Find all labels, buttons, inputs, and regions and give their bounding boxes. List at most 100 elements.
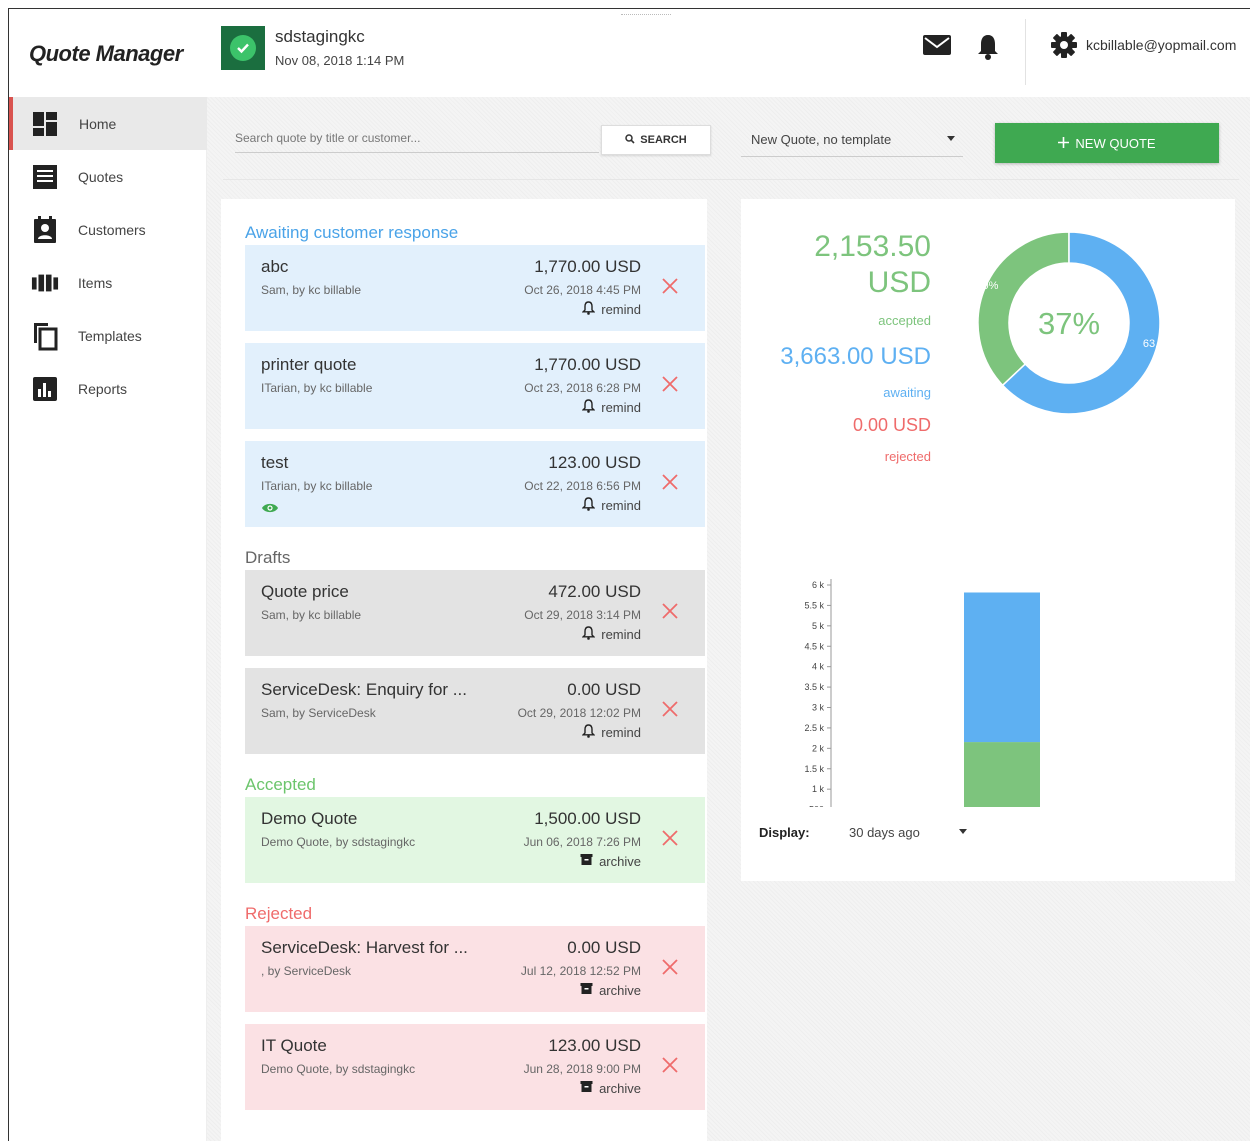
- quote-date: Oct 26, 2018 4:45 PM: [524, 283, 641, 297]
- bar-chart: 05001 k1.5 k2 k2.5 k3 k3.5 k4 k4.5 k5 k5…: [804, 579, 1040, 807]
- remind-action[interactable]: remind: [581, 724, 641, 741]
- sidebar-item-quotes[interactable]: Quotes: [9, 150, 207, 203]
- quote-title: ServiceDesk: Enquiry for ...: [261, 680, 467, 699]
- quote-date: Oct 29, 2018 3:14 PM: [524, 608, 641, 622]
- quote-date: Jun 06, 2018 7:26 PM: [523, 835, 641, 849]
- quote-list: Awaiting customer response abc Sam, by kc …: [221, 199, 707, 1141]
- quote-card[interactable]: abc Sam, by kc billable 1,770.00 USD Oct 26…: [245, 245, 705, 331]
- y-tick-label: 6 k: [812, 580, 825, 590]
- archive-action[interactable]: archive: [580, 853, 641, 869]
- remind-action[interactable]: remind: [581, 497, 641, 514]
- close-icon[interactable]: [661, 473, 679, 491]
- y-tick-label: 1.5 k: [804, 764, 824, 774]
- caret-down-icon: [947, 136, 955, 141]
- mail-icon[interactable]: [922, 33, 952, 62]
- close-icon[interactable]: [661, 375, 679, 393]
- account-timestamp: Nov 08, 2018 1:14 PM: [275, 53, 405, 68]
- sidebar-item-label: Reports: [78, 380, 128, 397]
- quote-card[interactable]: ServiceDesk: Enquiry for ... Sam, by Serv…: [245, 668, 705, 754]
- action-label: remind: [601, 725, 641, 740]
- quote-customer: Sam, by ServiceDesk: [261, 706, 376, 720]
- action-label: archive: [599, 982, 641, 998]
- account-badge[interactable]: [221, 26, 265, 70]
- new-quote-label: NEW QUOTE: [1075, 135, 1156, 151]
- donut-chart: 37.0% 63.0% 37%: [969, 231, 1169, 415]
- caret-down-icon[interactable]: [959, 829, 967, 834]
- display-label: Display:: [759, 825, 810, 840]
- list-icon: [31, 163, 59, 191]
- template-select[interactable]: New Quote, no template: [741, 123, 963, 157]
- quote-customer: , by ServiceDesk: [261, 964, 352, 978]
- quote-date: Jul 12, 2018 12:52 PM: [520, 964, 641, 978]
- remind-action[interactable]: remind: [581, 399, 641, 416]
- archive-action[interactable]: archive: [580, 1080, 641, 1096]
- quote-title: abc: [261, 257, 289, 276]
- stats-panel: 2,153.50 USD accepted 3,663.00 USD await…: [741, 199, 1235, 881]
- bar-segment: [964, 742, 1040, 807]
- sidebar-item-label: Templates: [78, 327, 142, 344]
- archive-action[interactable]: archive: [580, 982, 641, 998]
- accepted-label: accepted: [878, 313, 931, 328]
- close-icon[interactable]: [661, 1056, 679, 1074]
- sidebar-item-customers[interactable]: Customers: [9, 203, 207, 256]
- dashboard-icon: [31, 110, 59, 138]
- section-title-rejected: Rejected: [245, 904, 313, 923]
- action-label: remind: [601, 400, 641, 415]
- close-icon[interactable]: [661, 277, 679, 295]
- check-icon: [230, 35, 256, 61]
- sidebar-item-items[interactable]: Items: [9, 256, 207, 309]
- sidebar-item-reports[interactable]: Reports: [9, 362, 207, 415]
- chart-icon: [31, 375, 59, 403]
- search-icon: [625, 133, 635, 147]
- new-quote-button[interactable]: NEW QUOTE: [995, 123, 1219, 163]
- display-select[interactable]: 30 days ago: [849, 825, 920, 840]
- items-icon: [31, 269, 59, 297]
- quote-title: Demo Quote: [261, 809, 358, 828]
- close-icon[interactable]: [661, 829, 679, 847]
- quote-customer: Sam, by kc billable: [261, 608, 362, 622]
- quote-card[interactable]: Demo Quote Demo Quote, by sdstagingkc 1,50…: [245, 797, 705, 883]
- archive-icon: [580, 853, 593, 869]
- quote-card[interactable]: printer quote ITarian, by kc billable 1,77…: [245, 343, 705, 429]
- sidebar-item-templates[interactable]: Templates: [9, 309, 207, 362]
- quote-title: printer quote: [261, 355, 357, 374]
- top-header: Quote Manager sdstagingkc Nov 08, 2018 1…: [9, 9, 1250, 97]
- search-button[interactable]: SEARCH: [601, 125, 711, 155]
- bell-icon: [581, 399, 596, 416]
- action-label: archive: [599, 853, 641, 869]
- y-tick-label: 3 k: [812, 703, 825, 713]
- quote-card[interactable]: ServiceDesk: Harvest for ... , by Service…: [245, 926, 705, 1012]
- quote-card[interactable]: Quote price Sam, by kc billable 472.00 USD…: [245, 570, 705, 656]
- drag-handle[interactable]: [621, 9, 671, 15]
- app-title: Quote Manager: [29, 41, 183, 66]
- bell-icon[interactable]: [976, 33, 1000, 66]
- sidebar: Home Quotes Customers Items Templates Re…: [9, 97, 207, 1141]
- quote-amount: 1,500.00 USD: [534, 809, 641, 828]
- bell-icon: [581, 301, 596, 318]
- quote-card[interactable]: IT Quote Demo Quote, by sdstagingkc 123.00…: [245, 1024, 705, 1110]
- rejected-label: rejected: [884, 449, 931, 464]
- close-icon[interactable]: [661, 700, 679, 718]
- sidebar-item-home[interactable]: Home: [9, 97, 207, 150]
- gear-icon[interactable]: [1050, 31, 1078, 64]
- section-title-awaiting: Awaiting customer response: [245, 223, 459, 242]
- y-tick-label: 4.5 k: [804, 641, 824, 651]
- accepted-amount: 2,153.50 USD: [814, 229, 931, 301]
- remind-action[interactable]: remind: [581, 626, 641, 643]
- close-icon[interactable]: [661, 958, 679, 976]
- archive-icon: [580, 1080, 593, 1096]
- sidebar-item-label: Customers: [78, 221, 146, 238]
- user-email[interactable]: kcbillable@yopmail.com: [1086, 37, 1236, 53]
- quote-date: Oct 22, 2018 6:56 PM: [524, 479, 641, 493]
- bell-icon: [581, 724, 596, 741]
- rejected-amount: 0.00 USD: [852, 415, 931, 435]
- donut-center-label: 37%: [1038, 306, 1100, 341]
- main-content: SEARCH New Quote, no template NEW QUOTE …: [207, 97, 1250, 1141]
- search-input[interactable]: [235, 123, 599, 153]
- remind-action[interactable]: remind: [581, 301, 641, 318]
- close-icon[interactable]: [661, 602, 679, 620]
- section-title-accepted: Accepted: [245, 775, 316, 794]
- quote-card[interactable]: test ITarian, by kc billable 123.00 USD Oct…: [245, 441, 705, 527]
- search-button-label: SEARCH: [640, 134, 687, 146]
- y-tick-label: 2 k: [812, 743, 825, 753]
